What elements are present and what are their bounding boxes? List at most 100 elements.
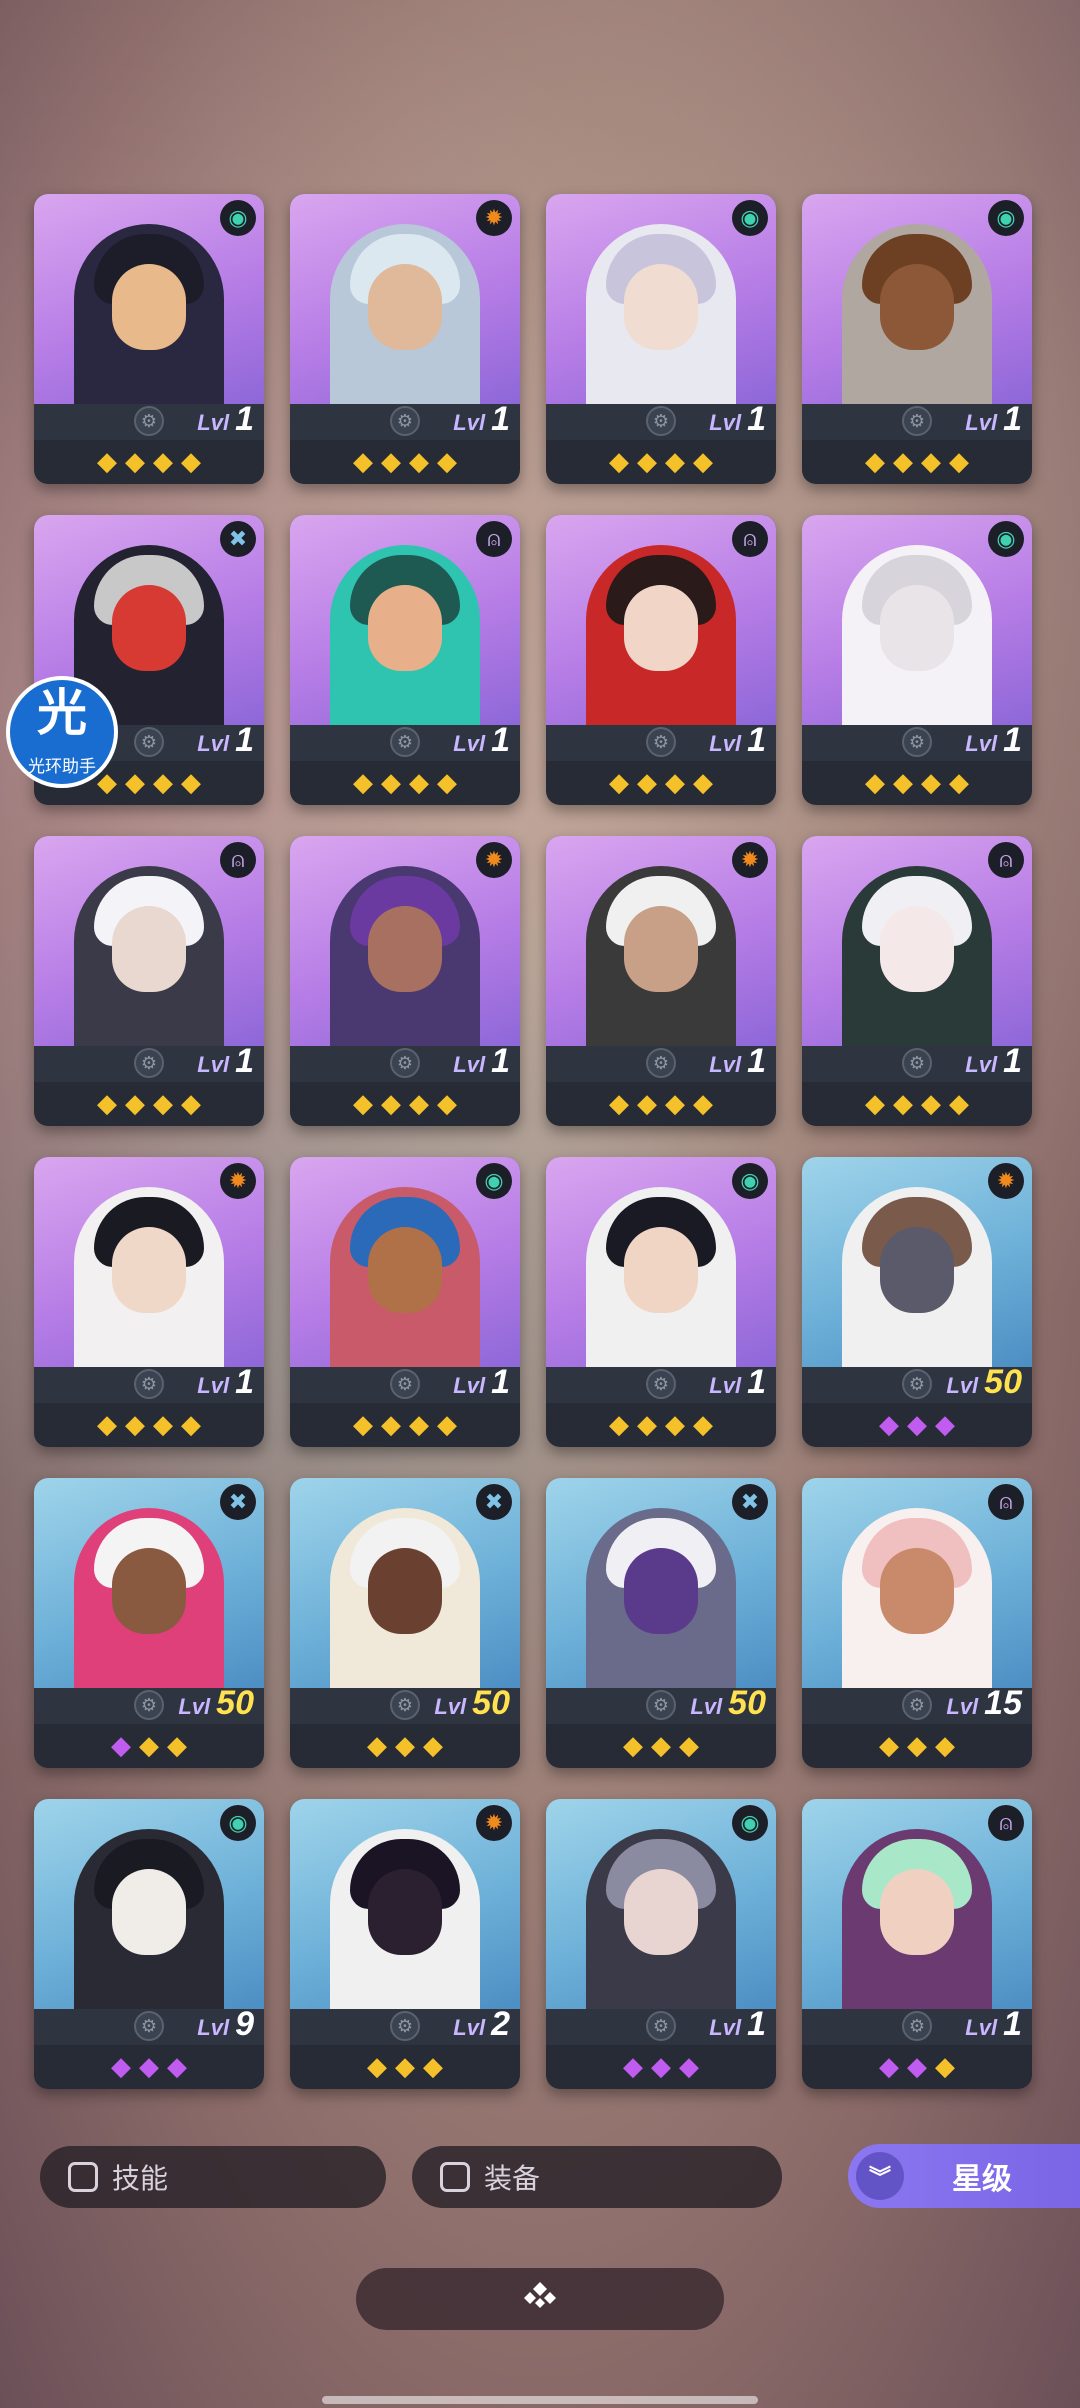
- level-prefix: Lvl: [946, 1373, 979, 1398]
- level-number: 1: [747, 400, 766, 438]
- hero-figure: [842, 1829, 992, 2009]
- level-number: 1: [1003, 1042, 1022, 1080]
- purple-gem-icon: ◆: [167, 2050, 187, 2081]
- drop-icon: ⍝: [988, 1484, 1024, 1520]
- purple-gem-icon: ◆: [879, 1408, 899, 1439]
- hero-card[interactable]: ⍝ ⚙ Lvl 1 ◆ ◆ ◆ ◆: [802, 836, 1032, 1126]
- gold-gem-icon: ◆: [865, 766, 885, 797]
- hero-level: Lvl 1: [709, 2005, 766, 2045]
- hero-card[interactable]: ✹ ⚙ Lvl 50 ◆ ◆ ◆: [802, 1157, 1032, 1447]
- hero-face: [112, 264, 186, 350]
- gold-gem-icon: ◆: [181, 1087, 201, 1118]
- gear-slot-icon: ⚙: [646, 406, 676, 436]
- hero-card[interactable]: ✹ ⚙ Lvl 1 ◆ ◆ ◆ ◆: [546, 836, 776, 1126]
- hero-level: Lvl 50: [946, 1363, 1022, 1403]
- hero-face: [880, 264, 954, 350]
- gear-slot-icon: ⚙: [390, 406, 420, 436]
- hero-card[interactable]: ◉ ⚙ Lvl 1 ◆ ◆ ◆ ◆: [546, 194, 776, 484]
- home-indicator[interactable]: [322, 2396, 758, 2404]
- star-gems: ◆ ◆ ◆: [34, 1726, 264, 1764]
- gear-slot-icon: ⚙: [390, 1690, 420, 1720]
- hero-card[interactable]: ◉ ⚙ Lvl 1 ◆ ◆ ◆ ◆: [802, 194, 1032, 484]
- gold-gem-icon: ◆: [935, 2050, 955, 2081]
- equip-filter-toggle[interactable]: 装备: [412, 2146, 782, 2208]
- star-gems: ◆ ◆ ◆: [802, 2047, 1032, 2085]
- hero-card[interactable]: ◉ ⚙ Lvl 1 ◆ ◆ ◆ ◆: [802, 515, 1032, 805]
- hero-level: Lvl 1: [709, 1042, 766, 1082]
- level-prefix: Lvl: [965, 731, 998, 756]
- level-prefix: Lvl: [709, 1052, 742, 1077]
- gear-slot-icon: ⚙: [134, 1690, 164, 1720]
- gold-gem-icon: ◆: [437, 445, 457, 476]
- hero-card[interactable]: ✖ ⚙ Lvl 50 ◆ ◆ ◆: [34, 1478, 264, 1768]
- gold-gem-icon: ◆: [865, 1087, 885, 1118]
- gold-gem-icon: ◆: [423, 2050, 443, 2081]
- hero-card[interactable]: ⍝ ⚙ Lvl 15 ◆ ◆ ◆: [802, 1478, 1032, 1768]
- level-number: 1: [235, 1042, 254, 1080]
- hero-card[interactable]: ✖ ⚙ Lvl 50 ◆ ◆ ◆: [290, 1478, 520, 1768]
- hero-face: [880, 906, 954, 992]
- gold-gem-icon: ◆: [437, 1087, 457, 1118]
- gold-gem-icon: ◆: [353, 1087, 373, 1118]
- gear-slot-icon: ⚙: [902, 1369, 932, 1399]
- gold-gem-icon: ◆: [181, 766, 201, 797]
- expand-panel-button[interactable]: [356, 2268, 724, 2330]
- gold-gem-icon: ◆: [353, 766, 373, 797]
- hero-figure: [330, 866, 480, 1046]
- hero-card[interactable]: ✹ ⚙ Lvl 1 ◆ ◆ ◆ ◆: [290, 836, 520, 1126]
- hero-figure: [74, 1829, 224, 2009]
- hero-figure: [586, 866, 736, 1046]
- diamond-cluster-icon: [520, 2280, 560, 2318]
- gold-gem-icon: ◆: [97, 1408, 117, 1439]
- hero-card[interactable]: ◉ ⚙ Lvl 1 ◆ ◆ ◆: [546, 1799, 776, 2089]
- hero-card[interactable]: ✹ ⚙ Lvl 2 ◆ ◆ ◆: [290, 1799, 520, 2089]
- purple-gem-icon: ◆: [935, 1408, 955, 1439]
- skill-checkbox[interactable]: [68, 2162, 98, 2192]
- purple-gem-icon: ◆: [907, 2050, 927, 2081]
- sun-icon: ✹: [476, 842, 512, 878]
- hero-figure: [586, 1829, 736, 2009]
- gold-gem-icon: ◆: [623, 1729, 643, 1760]
- hero-level: Lvl 1: [453, 1042, 510, 1082]
- hero-card[interactable]: ✹ ⚙ Lvl 1 ◆ ◆ ◆ ◆: [34, 1157, 264, 1447]
- gold-gem-icon: ◆: [637, 1408, 657, 1439]
- gold-gem-icon: ◆: [921, 766, 941, 797]
- equip-checkbox[interactable]: [440, 2162, 470, 2192]
- star-sort-button[interactable]: ︾ 星级: [848, 2144, 1080, 2208]
- badge-label: 光环助手: [28, 757, 96, 776]
- level-number: 1: [747, 1042, 766, 1080]
- gold-gem-icon: ◆: [409, 1087, 429, 1118]
- sun-icon: ✹: [988, 1163, 1024, 1199]
- hero-card[interactable]: ◉ ⚙ Lvl 9 ◆ ◆ ◆: [34, 1799, 264, 2089]
- hero-card[interactable]: ◉ ⚙ Lvl 1 ◆ ◆ ◆ ◆: [34, 194, 264, 484]
- hero-level: Lvl 1: [453, 721, 510, 761]
- hero-face: [368, 585, 442, 671]
- level-number: 1: [491, 400, 510, 438]
- hero-figure: [74, 866, 224, 1046]
- hero-level: Lvl 50: [178, 1684, 254, 1724]
- gear-slot-icon: ⚙: [134, 727, 164, 757]
- level-number: 1: [747, 721, 766, 759]
- hero-card[interactable]: ✹ ⚙ Lvl 1 ◆ ◆ ◆ ◆: [290, 194, 520, 484]
- level-number: 50: [472, 1684, 510, 1722]
- hero-card[interactable]: ⍝ ⚙ Lvl 1 ◆ ◆ ◆ ◆: [546, 515, 776, 805]
- floating-assistant-badge[interactable]: 光 光环助手: [6, 676, 118, 788]
- gold-gem-icon: ◆: [665, 445, 685, 476]
- gear-slot-icon: ⚙: [902, 1048, 932, 1078]
- hero-level: Lvl 9: [197, 2005, 254, 2045]
- hero-card[interactable]: ⍝ ⚙ Lvl 1 ◆ ◆ ◆ ◆: [290, 515, 520, 805]
- hero-card[interactable]: ✖ ⚙ Lvl 50 ◆ ◆ ◆: [546, 1478, 776, 1768]
- skill-filter-toggle[interactable]: 技能: [40, 2146, 386, 2208]
- gear-slot-icon: ⚙: [902, 2011, 932, 2041]
- hero-card[interactable]: ◉ ⚙ Lvl 1 ◆ ◆ ◆ ◆: [290, 1157, 520, 1447]
- hero-card[interactable]: ⍝ ⚙ Lvl 1 ◆ ◆ ◆: [802, 1799, 1032, 2089]
- drop-icon: ⍝: [476, 521, 512, 557]
- gold-gem-icon: ◆: [409, 766, 429, 797]
- hero-card[interactable]: ⍝ ⚙ Lvl 1 ◆ ◆ ◆ ◆: [34, 836, 264, 1126]
- gold-gem-icon: ◆: [665, 1408, 685, 1439]
- gold-gem-icon: ◆: [609, 766, 629, 797]
- gold-gem-icon: ◆: [893, 445, 913, 476]
- gold-gem-icon: ◆: [139, 1729, 159, 1760]
- gear-slot-icon: ⚙: [646, 1048, 676, 1078]
- hero-card[interactable]: ◉ ⚙ Lvl 1 ◆ ◆ ◆ ◆: [546, 1157, 776, 1447]
